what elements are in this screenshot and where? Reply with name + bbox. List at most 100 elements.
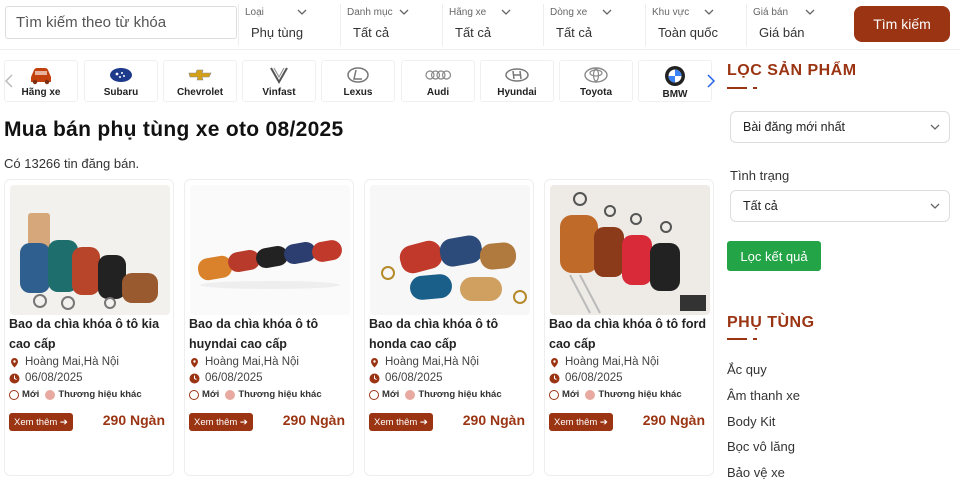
status-select-value: Tất cả (743, 199, 778, 213)
product-location-text: Hoàng Mai,Hà Nội (565, 356, 659, 368)
sort-select[interactable]: Bài đăng mới nhất (730, 111, 950, 143)
tag-brand: Thương hiệu khác (225, 389, 322, 400)
product-date: 06/08/2025 (9, 372, 83, 384)
filter-model-value: Tất cả (556, 25, 593, 40)
filter-region-value: Toàn quốc (658, 25, 718, 40)
bmw-logo (665, 66, 685, 86)
chevron-down-icon (399, 9, 409, 15)
product-date: 06/08/2025 (189, 372, 263, 384)
hyundai-logo (505, 68, 529, 82)
product-location: Hoàng Mai,Hà Nội (549, 356, 659, 368)
tag-condition: Mới (9, 389, 39, 400)
brand-name: Vinfast (262, 87, 296, 98)
view-more-button[interactable]: Xem thêm ➔ (189, 413, 253, 431)
status-select[interactable]: Tất cả (730, 190, 950, 222)
product-location-text: Hoàng Mai,Hà Nội (205, 356, 299, 368)
chevron-down-icon (501, 9, 511, 15)
filter-type[interactable]: Loại Phụ tùng (238, 4, 338, 46)
view-more-button[interactable]: Xem thêm ➔ (549, 413, 613, 431)
brand-item-toyota[interactable]: Toyota (559, 60, 633, 102)
sort-select-value: Bài đăng mới nhất (743, 120, 846, 134)
arrow-right-icon: ➔ (597, 416, 608, 428)
location-pin-icon (191, 357, 198, 367)
filter-brand-value: Tất cả (455, 25, 492, 40)
filter-region[interactable]: Khu vực Toàn quốc (645, 4, 745, 46)
brand-item-chevrolet[interactable]: Chevrolet (163, 60, 237, 102)
brand-item-all[interactable]: Hãng xe (4, 60, 78, 102)
chevron-down-icon (805, 9, 815, 15)
product-image[interactable] (10, 185, 170, 315)
brand-badge-icon (585, 389, 596, 400)
product-card[interactable]: Bao da chìa khóa ô tô kia cao cấp Hoàng … (4, 179, 174, 476)
product-location: Hoàng Mai,Hà Nội (369, 356, 479, 368)
product-title[interactable]: Bao da chìa khóa ô tô huyndai cao cấp (189, 314, 351, 354)
category-link[interactable]: Body Kit (727, 414, 775, 429)
product-title[interactable]: Bao da chìa khóa ô tô ford cao cấp (549, 314, 711, 354)
product-card[interactable]: Bao da chìa khóa ô tô ford cao cấp Hoàng… (544, 179, 714, 476)
filter-heading: LỌC SẢN PHẨM (727, 62, 857, 79)
heading-underline (727, 87, 747, 89)
arrow-right-icon: ➔ (237, 416, 248, 428)
product-date: 06/08/2025 (369, 372, 443, 384)
product-date-text: 06/08/2025 (385, 372, 443, 384)
brand-name: Toyota (579, 87, 613, 98)
brand-item-lexus[interactable]: Lexus (321, 60, 395, 102)
filter-price-label: Giá bán (753, 7, 789, 18)
brand-item-audi[interactable]: Audi (401, 60, 475, 102)
product-title[interactable]: Bao da chìa khóa ô tô kia cao cấp (9, 314, 171, 354)
product-price: 290 Ngàn (462, 412, 525, 428)
product-image[interactable] (370, 185, 530, 315)
filter-results-button[interactable]: Lọc kết quả (727, 241, 821, 271)
brand-item-hyundai[interactable]: Hyundai (480, 60, 554, 102)
product-card[interactable]: Bao da chìa khóa ô tô honda cao cấp Hoàn… (364, 179, 534, 476)
chevron-down-icon (602, 9, 612, 15)
filter-price-value: Giá bán (759, 25, 805, 40)
filter-type-label: Loại (245, 7, 264, 18)
filter-brand[interactable]: Hãng xe Tất cả (442, 4, 542, 46)
chevron-down-icon (297, 9, 307, 15)
category-link[interactable]: Bảo vệ xe (727, 465, 785, 480)
view-more-button[interactable]: Xem thêm ➔ (369, 413, 433, 431)
search-button[interactable]: Tìm kiếm (854, 6, 950, 42)
filter-model[interactable]: Dòng xe Tất cả (543, 4, 643, 46)
chevron-down-icon (930, 203, 940, 209)
location-pin-icon (371, 357, 378, 367)
product-date: 06/08/2025 (549, 372, 623, 384)
filter-region-label: Khu vực (652, 7, 690, 18)
brand-name: Subaru (103, 87, 139, 98)
product-date-text: 06/08/2025 (25, 372, 83, 384)
audi-logo (425, 70, 452, 80)
category-link[interactable]: Âm thanh xe (727, 388, 800, 403)
brand-badge-icon (405, 389, 416, 400)
filter-category[interactable]: Danh mục Tất cả (340, 4, 440, 46)
filter-brand-label: Hãng xe (449, 7, 487, 18)
arrow-right-icon: ➔ (57, 416, 68, 428)
category-link[interactable]: Ắc quy (727, 362, 767, 377)
heading-underline-dot (753, 87, 757, 89)
status-label: Tình trạng (730, 168, 790, 183)
chevron-right-icon[interactable] (704, 72, 718, 90)
brand-item-subaru[interactable]: Subaru (84, 60, 158, 102)
chevron-down-icon (930, 124, 940, 130)
product-image[interactable] (550, 185, 710, 315)
product-image[interactable] (190, 185, 350, 315)
filter-type-value: Phụ tùng (251, 25, 304, 40)
tag-condition: Mới (549, 389, 579, 400)
view-more-button[interactable]: Xem thêm ➔ (9, 413, 73, 431)
tag-brand: Thương hiệu khác (45, 389, 142, 400)
product-tags: Mới Thương hiệu khác (549, 389, 682, 400)
info-icon (189, 389, 199, 400)
filter-price[interactable]: Giá bán Giá bán (746, 4, 846, 46)
search-input[interactable] (5, 6, 237, 39)
info-icon (9, 389, 19, 400)
product-title[interactable]: Bao da chìa khóa ô tô honda cao cấp (369, 314, 531, 354)
page-title: Mua bán phụ tùng xe oto 08/2025 (4, 118, 344, 141)
brand-item-bmw[interactable]: BMW (638, 60, 712, 102)
brand-carousel: Hãng xe Subaru Chevrolet Vinfast Lexus A… (0, 58, 722, 104)
product-location-text: Hoàng Mai,Hà Nội (385, 356, 479, 368)
product-card[interactable]: Bao da chìa khóa ô tô huyndai cao cấp Ho… (184, 179, 354, 476)
brand-item-vinfast[interactable]: Vinfast (242, 60, 316, 102)
top-filter-bar: Loại Phụ tùng Danh mục Tất cả Hãng xe Tấ… (0, 0, 960, 50)
toyota-logo (584, 67, 608, 83)
category-link[interactable]: Bọc vô lăng (727, 439, 795, 454)
